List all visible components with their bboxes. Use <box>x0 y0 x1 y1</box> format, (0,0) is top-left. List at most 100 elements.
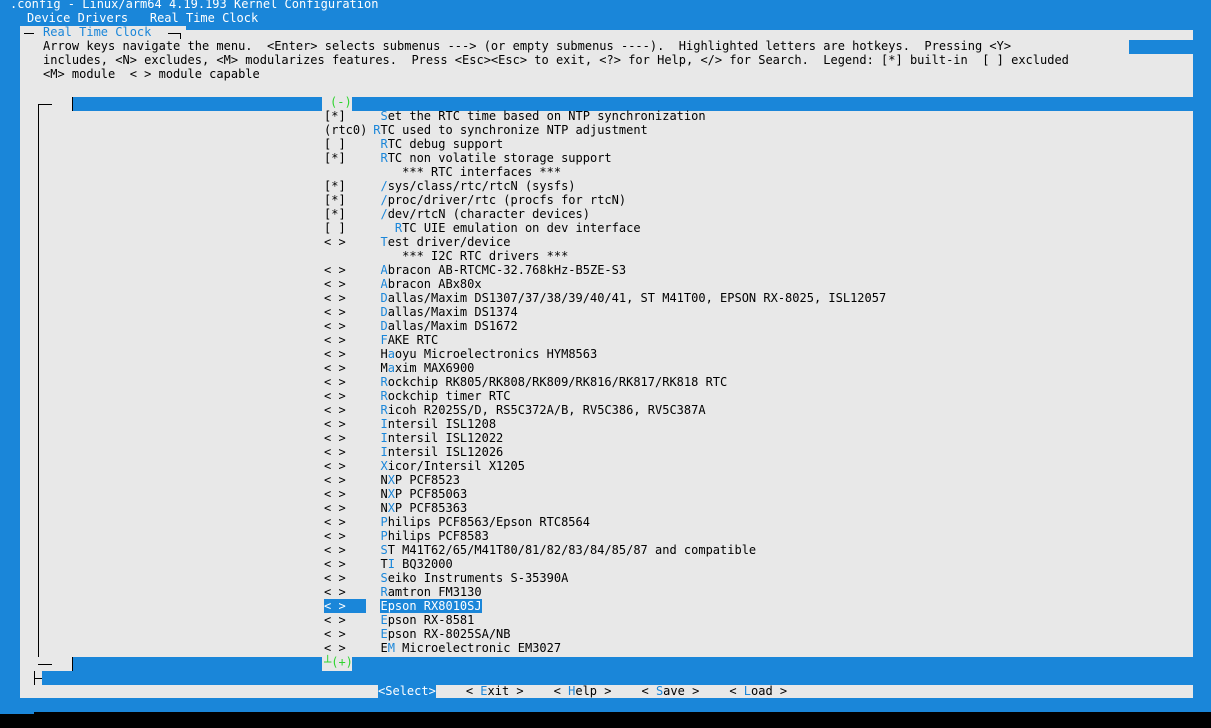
menu-item-state[interactable]: < > <box>324 543 366 557</box>
menu-item[interactable]: < > Intersil ISL1208 <box>324 417 496 431</box>
menu-item-state[interactable]: < > <box>324 347 366 361</box>
menu-item-text: Microelectronic EM3027 <box>394 641 562 655</box>
exit-button[interactable]: < Exit > <box>466 684 524 698</box>
save-button[interactable]: < Save > <box>641 684 699 698</box>
menu-item-state[interactable]: < > <box>324 585 366 599</box>
menu-item[interactable]: < > TI BQ32000 <box>324 557 453 571</box>
menu-item-state[interactable]: < > <box>324 375 366 389</box>
menu-item-state[interactable]: < > <box>324 613 366 627</box>
menu-item-label: Rockchip timer RTC <box>380 389 510 403</box>
menu-item[interactable]: < > Dallas/Maxim DS1307/37/38/39/40/41, … <box>324 291 886 305</box>
menu-item-state[interactable]: < > <box>324 501 366 515</box>
load-button[interactable]: < Load > <box>729 684 787 698</box>
menu-item-state[interactable]: < > <box>324 263 366 277</box>
button-bar: <Select> < Exit > < Help > < Save > < Load > <box>378 684 787 698</box>
menu-item-state[interactable]: (rtc0) <box>324 123 367 137</box>
menu-item-state[interactable]: [*] <box>324 179 366 193</box>
menu-item[interactable]: < > NXP PCF85063 <box>324 487 467 501</box>
menu-item-state[interactable]: < > <box>324 389 366 403</box>
menu-item[interactable]: < > Dallas/Maxim DS1374 <box>324 305 518 319</box>
menu-item-state[interactable]: < > <box>324 235 366 249</box>
dialog-border-top-left <box>24 33 34 34</box>
menu-item-state[interactable]: < > <box>324 319 366 333</box>
menu-item[interactable]: < > Epson RX8010SJ <box>324 599 482 613</box>
menu-item[interactable]: < > Ricoh R2025S/D, RS5C372A/B, RV5C386,… <box>324 403 706 417</box>
menu-item[interactable]: [*] /sys/class/rtc/rtcN (sysfs) <box>324 179 576 193</box>
menu-item[interactable]: [ ] RTC debug support <box>324 137 503 151</box>
menu-item-state[interactable]: < > <box>324 459 366 473</box>
menu-item[interactable]: [*] RTC non volatile storage support <box>324 151 612 165</box>
menu-item-hotkey: S <box>380 571 388 585</box>
menu-item[interactable]: < > NXP PCF8523 <box>324 473 460 487</box>
menu-item-hotkey: A <box>380 263 388 277</box>
menu-item[interactable]: < > NXP PCF85363 <box>324 501 467 515</box>
menu-item-state[interactable]: < > <box>324 627 366 641</box>
menu-item-state[interactable]: < > <box>324 417 366 431</box>
menu-item[interactable]: < > Abracon ABx80x <box>324 277 482 291</box>
menu-item-label: Haoyu Microelectronics HYM8563 <box>380 347 597 361</box>
menu-item[interactable]: < > Rockchip timer RTC <box>324 389 511 403</box>
menu-item-state[interactable]: [ ] <box>324 137 366 151</box>
menu-item[interactable]: < > Rockchip RK805/RK808/RK809/RK816/RK8… <box>324 375 727 389</box>
load-button-hot: L <box>743 684 751 698</box>
menu-item-state[interactable]: < > <box>324 529 366 543</box>
menu-item[interactable]: [*] Set the RTC time based on NTP synchr… <box>324 109 706 123</box>
menu-item[interactable]: < > Epson RX-8025SA/NB <box>324 627 511 641</box>
menu-item-state[interactable]: < > <box>324 599 366 613</box>
menu-item[interactable]: < > Intersil ISL12026 <box>324 445 503 459</box>
menu-item-state[interactable]: [*] <box>324 193 366 207</box>
menu-item-state[interactable]: [ ] <box>324 221 366 235</box>
menu-item[interactable]: *** I2C RTC drivers *** <box>324 249 568 263</box>
menu-item-indent <box>366 431 380 445</box>
help-button-rest: elp <box>575 684 598 698</box>
menu-item[interactable]: [*] /proc/driver/rtc (procfs for rtcN) <box>324 193 626 207</box>
menu-item-state[interactable]: < > <box>324 291 366 305</box>
breadcrumb-current[interactable]: Real Time Clock <box>150 11 258 25</box>
menu-item[interactable]: [*] /dev/rtcN (character devices) <box>324 207 590 221</box>
menu-item-state[interactable]: < > <box>324 403 366 417</box>
menu-item[interactable]: < > Seiko Instruments S-35390A <box>324 571 568 585</box>
exit-button-hot: E <box>480 684 488 698</box>
menu-item[interactable]: < > Dallas/Maxim DS1672 <box>324 319 518 333</box>
menu-item[interactable]: < > Ramtron FM3130 <box>324 585 482 599</box>
menu-item[interactable]: < > Maxim MAX6900 <box>324 361 474 375</box>
menu-item-state[interactable]: < > <box>324 473 366 487</box>
scroll-up-indicator[interactable]: (-) <box>330 95 352 109</box>
menu-item[interactable]: < > Intersil ISL12022 <box>324 431 503 445</box>
menu-item-state[interactable]: < > <box>324 277 366 291</box>
menu-item-state[interactable]: < > <box>324 515 366 529</box>
menu-item-state[interactable]: < > <box>324 445 366 459</box>
menu-item[interactable]: (rtc0) RTC used to synchronize NTP adjus… <box>324 123 648 137</box>
menu-item-state[interactable]: < > <box>324 431 366 445</box>
menu-item[interactable]: < > Philips PCF8563/Epson RTC8564 <box>324 515 590 529</box>
menu-item[interactable]: < > Haoyu Microelectronics HYM8563 <box>324 347 597 361</box>
menu-item-text: ockchip RK805/RK808/RK809/RK816/RK817/RK… <box>387 375 728 389</box>
menu-item-state[interactable]: < > <box>324 487 366 501</box>
breadcrumb-parent[interactable]: Device Drivers <box>27 11 128 25</box>
menu-item-state[interactable]: < > <box>324 571 366 585</box>
menu-item-label: /proc/driver/rtc (procfs for rtcN) <box>380 193 626 207</box>
menu-item-state[interactable]: < > <box>324 361 366 375</box>
menu-item[interactable]: < > ST M41T62/65/M41T80/81/82/83/84/85/8… <box>324 543 756 557</box>
menu-item-state[interactable]: [*] <box>324 207 366 221</box>
menu-item[interactable]: < > Xicor/Intersil X1205 <box>324 459 525 473</box>
menu-item[interactable]: < > FAKE RTC <box>324 333 438 347</box>
menu-item-state[interactable]: [*] <box>324 109 366 123</box>
menu-item[interactable]: [ ] RTC UIE emulation on dev interface <box>324 221 641 235</box>
menu-item-state[interactable]: [*] <box>324 151 366 165</box>
menu-item[interactable]: < > EM Microelectronic EM3027 <box>324 641 561 655</box>
select-button[interactable]: <Select> <box>378 684 436 698</box>
menu-item[interactable]: < > Philips PCF8583 <box>324 529 489 543</box>
scroll-down-indicator[interactable]: ┴(+) <box>324 655 353 669</box>
help-button[interactable]: < Help > <box>554 684 612 698</box>
menu-item-state[interactable]: < > <box>324 333 366 347</box>
menu-item[interactable]: < > Test driver/device <box>324 235 511 249</box>
menu-item-state[interactable]: < > <box>324 557 366 571</box>
menu-item-state[interactable]: < > <box>324 305 366 319</box>
list-bottom-bar <box>20 657 1193 671</box>
menu-item-state[interactable]: < > <box>324 641 366 655</box>
menu-item[interactable]: < > Epson RX-8581 <box>324 613 474 627</box>
menu-item[interactable]: *** RTC interfaces *** <box>324 165 561 179</box>
separator-left-edge <box>34 671 35 685</box>
menu-item[interactable]: < > Abracon AB-RTCMC-32.768kHz-B5ZE-S3 <box>324 263 626 277</box>
